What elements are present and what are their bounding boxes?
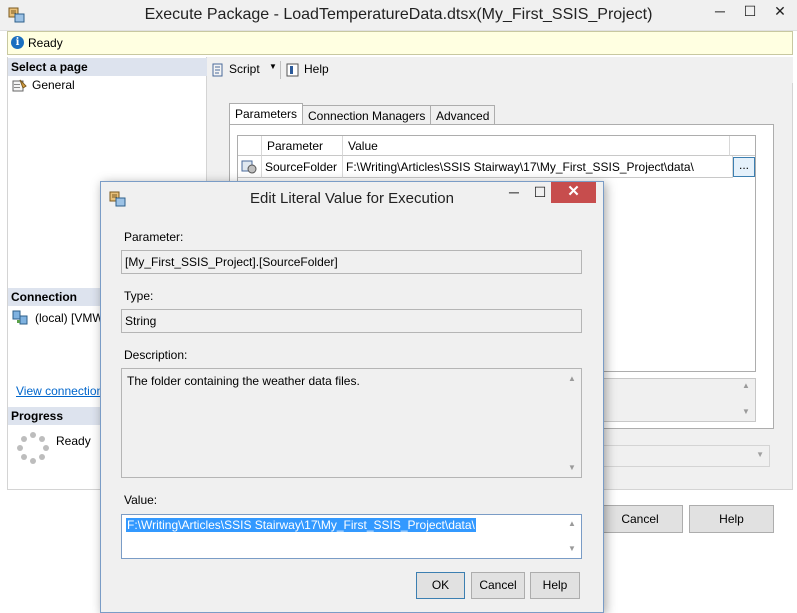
table-row-parameter[interactable]: SourceFolder [262,156,343,178]
parameter-row-icon [241,160,257,177]
status-text: Ready [28,36,63,50]
value-field[interactable]: F:\Writing\Articles\SSIS Stairway\17\My_… [121,514,582,559]
view-connection-link[interactable]: View connection [16,384,103,398]
minimize-button[interactable]: ─ [705,0,735,22]
column-header-browse [730,136,755,156]
help-button[interactable]: Help [285,60,335,80]
edit-literal-dialog: Edit Literal Value for Execution ─ ☐ ✕ P… [100,181,604,613]
scroll-up-icon[interactable]: ▲ [564,519,580,528]
table-row-value[interactable]: F:\Writing\Articles\SSIS Stairway\17\My_… [343,156,733,178]
column-header-parameter: Parameter [262,136,343,156]
main-titlebar: Execute Package - LoadTemperatureData.dt… [0,0,797,31]
close-button[interactable]: ✕ [765,0,795,22]
window-title: Execute Package - LoadTemperatureData.dt… [144,6,653,23]
description-text: The folder containing the weather data f… [127,374,360,388]
maximize-button[interactable]: ☐ [735,0,765,22]
scroll-up-icon[interactable]: ▲ [564,374,580,383]
scroll-down-icon[interactable]: ▼ [564,544,580,553]
ok-button[interactable]: OK [416,572,465,599]
bottom-dropdown[interactable]: ▼ [587,445,770,467]
tab-advanced[interactable]: Advanced [430,105,496,126]
dialog-maximize-button[interactable]: ☐ [527,182,553,203]
chevron-down-icon: ▼ [756,450,764,459]
script-label: Script [229,62,260,76]
scroll-down-icon[interactable]: ▼ [738,407,754,416]
toolbar-divider [280,61,281,79]
help-button-main[interactable]: Help [689,505,774,533]
table-row-header [238,156,262,178]
value-text: F:\Writing\Articles\SSIS Stairway\17\My_… [126,518,476,532]
parameter-field: [My_First_SSIS_Project].[SourceFolder] [121,250,582,274]
server-icon [12,310,28,325]
script-icon [210,62,226,78]
help-label: Help [304,62,329,76]
browse-value-button[interactable]: ... [733,157,755,177]
dialog-cancel-button[interactable]: Cancel [471,572,525,599]
dialog-minimize-button[interactable]: ─ [501,182,527,203]
general-page-icon [12,78,28,93]
page-item-general[interactable]: General [8,77,207,95]
connection-server: (local) [VMW [35,311,104,325]
description-field: The folder containing the weather data f… [121,368,582,478]
column-header-value: Value [343,136,730,156]
dialog-close-button[interactable]: ✕ [551,182,596,203]
cancel-button[interactable]: Cancel [597,505,683,533]
tab-parameters[interactable]: Parameters [229,103,304,125]
type-field: String [121,309,582,333]
value-label: Value: [124,493,158,507]
chevron-down-icon: ▼ [269,62,277,71]
grid-corner [238,136,262,156]
tab-connection-managers[interactable]: Connection Managers [302,105,432,126]
progress-status: Ready [56,434,91,448]
parameter-label: Parameter: [124,230,184,244]
help-icon [285,62,301,78]
toolbar: Script ▼ Help [207,57,793,83]
info-icon: i [11,36,24,49]
type-label: Type: [124,289,154,303]
status-bar: i Ready [7,31,793,55]
dialog-help-button[interactable]: Help [530,572,580,599]
page-item-label: General [32,78,75,92]
dialog-titlebar: Edit Literal Value for Execution ─ ☐ ✕ [101,182,603,214]
description-label: Description: [124,348,188,362]
scroll-up-icon[interactable]: ▲ [738,381,754,390]
script-button[interactable]: Script ▼ [209,60,279,80]
scroll-down-icon[interactable]: ▼ [564,463,580,472]
select-page-header: Select a page [8,58,207,76]
progress-spinner-icon [17,432,49,464]
